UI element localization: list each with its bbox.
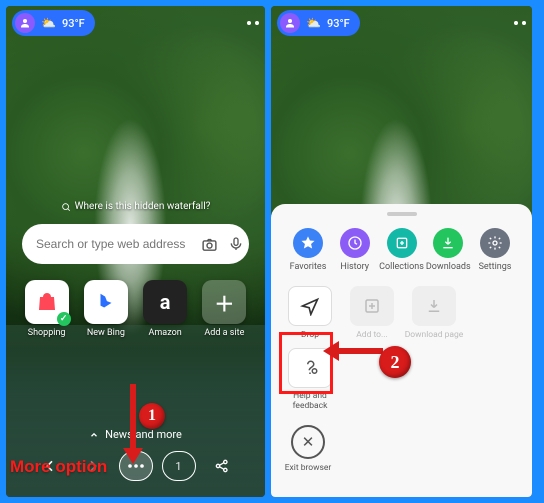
addto-button: Add to... <box>345 286 399 340</box>
history-label: History <box>340 262 369 272</box>
status-dots-icon <box>247 21 259 25</box>
downloadpage-icon <box>412 286 456 326</box>
favorites-button[interactable]: Favorites <box>287 228 329 272</box>
shopping-icon: ✓ <box>25 280 69 324</box>
avatar-icon-right <box>280 13 300 33</box>
annotation-arrow-left <box>337 348 383 354</box>
send-icon <box>288 286 332 326</box>
temperature-label-right: 93°F <box>327 17 350 30</box>
tabs-count: 1 <box>175 460 181 473</box>
tile-amazon[interactable]: a Amazon <box>141 280 190 338</box>
settings-button[interactable]: Settings <box>474 228 516 272</box>
search-bar[interactable] <box>22 224 249 264</box>
profile-weather-chip-right[interactable]: ⛅ 93°F <box>277 10 360 36</box>
bing-icon <box>84 280 128 324</box>
tile-newbing-label: New Bing <box>87 328 125 338</box>
tile-shopping-label: Shopping <box>28 328 66 338</box>
downloads-label: Downloads <box>426 262 471 272</box>
weather-icon-right: ⛅ <box>306 16 321 30</box>
collections-icon <box>387 228 417 258</box>
favorites-label: Favorites <box>290 262 327 272</box>
annotation-step2-badge: 2 <box>379 346 411 378</box>
news-label: News and more <box>105 428 182 441</box>
microphone-icon[interactable] <box>228 236 244 252</box>
search-input[interactable] <box>36 237 191 251</box>
avatar-icon <box>15 13 35 33</box>
panel-drag-handle[interactable] <box>387 212 417 216</box>
tile-shopping[interactable]: ✓ Shopping <box>22 280 71 338</box>
settings-label: Settings <box>479 262 512 272</box>
close-icon: ✕ <box>291 425 325 459</box>
weather-icon: ⛅ <box>41 16 56 30</box>
quick-links-row: ✓ Shopping New Bing a Amazon ＋ Add a sit… <box>22 280 249 338</box>
download-icon <box>433 228 463 258</box>
tile-addsite-label: Add a site <box>204 328 244 338</box>
amazon-icon: a <box>143 280 187 324</box>
annotation-arrow-down <box>130 384 136 452</box>
tile-add-site[interactable]: ＋ Add a site <box>200 280 249 338</box>
left-screenshot: ⛅ 93°F Where is this hidden waterfall? ✓ <box>6 6 265 497</box>
temperature-label: 93°F <box>62 17 85 30</box>
status-bar: ⛅ 93°F <box>12 10 259 36</box>
exit-label: Exit browser <box>285 463 332 473</box>
plus-icon: ＋ <box>202 280 246 324</box>
exit-browser-button[interactable]: ✕ Exit browser <box>281 425 335 473</box>
profile-weather-chip[interactable]: ⛅ 93°F <box>12 10 95 36</box>
camera-icon[interactable] <box>201 236 218 253</box>
tabs-button[interactable]: 1 <box>162 451 196 481</box>
share-button[interactable] <box>205 451 239 481</box>
addto-label: Add to... <box>356 330 388 340</box>
status-dots-icon-right <box>514 21 526 25</box>
clock-icon <box>340 228 370 258</box>
annotation-more-option-label: More option <box>10 457 107 477</box>
panel-top-row: Favorites History Collections Downloads <box>281 228 522 272</box>
history-button[interactable]: History <box>334 228 376 272</box>
downloadpage-label: Download page <box>405 330 464 340</box>
trivia-text: Where is this hidden waterfall? <box>75 201 211 212</box>
tile-newbing[interactable]: New Bing <box>81 280 130 338</box>
trivia-prompt[interactable]: Where is this hidden waterfall? <box>22 201 249 212</box>
downloads-button[interactable]: Downloads <box>427 228 469 272</box>
star-icon <box>293 228 323 258</box>
help-label: Help and feedback <box>283 392 337 411</box>
tile-amazon-label: Amazon <box>149 328 182 338</box>
addto-icon <box>350 286 394 326</box>
collections-button[interactable]: Collections <box>381 228 423 272</box>
collections-label: Collections <box>379 262 424 272</box>
downloadpage-button: Download page <box>407 286 461 340</box>
gear-icon <box>480 228 510 258</box>
right-screenshot: ⛅ 93°F Favorites History <box>271 6 532 497</box>
status-bar-right: ⛅ 93°F <box>277 10 526 36</box>
annotation-step1-badge: 1 <box>139 403 165 429</box>
